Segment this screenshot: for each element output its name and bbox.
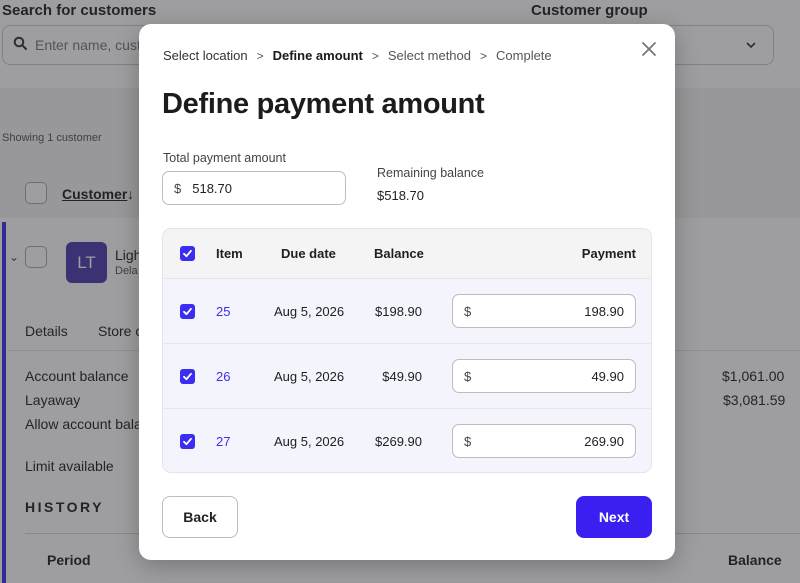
breadcrumb-separator: > (256, 48, 264, 63)
breadcrumb: Select location > Define amount > Select… (163, 48, 552, 63)
balance-value: $269.90 (375, 434, 422, 449)
modal-title: Define payment amount (162, 88, 485, 120)
remaining-balance-value: $518.70 (377, 188, 424, 203)
payment-modal: Select location > Define amount > Select… (139, 24, 675, 560)
breadcrumb-separator: > (480, 48, 488, 63)
table-row: 27 Aug 5, 2026 $269.90 $ 269.90 (163, 409, 651, 472)
payment-column-header: Payment (581, 246, 636, 261)
check-icon (183, 372, 192, 381)
payment-value: 198.90 (584, 303, 624, 319)
total-payment-input[interactable]: $ 518.70 (162, 171, 346, 205)
payment-items-table: Item Due date Balance Payment 25 Aug 5, … (162, 228, 652, 473)
payment-input[interactable]: $ 49.90 (452, 359, 636, 393)
next-button[interactable]: Next (576, 496, 652, 538)
total-payment-value: 518.70 (192, 180, 232, 196)
row-checkbox[interactable] (180, 304, 195, 319)
item-link[interactable]: 27 (216, 434, 230, 449)
check-icon (183, 437, 192, 446)
due-date-column-header: Due date (281, 246, 336, 261)
table-row: 26 Aug 5, 2026 $49.90 $ 49.90 (163, 344, 651, 409)
table-header: Item Due date Balance Payment (163, 229, 651, 279)
select-all-items-checkbox[interactable] (180, 246, 195, 261)
due-date: Aug 5, 2026 (274, 304, 345, 319)
currency-symbol: $ (464, 303, 472, 319)
currency-symbol: $ (174, 180, 182, 196)
breadcrumb-step-method: Select method (387, 48, 471, 63)
item-link[interactable]: 25 (216, 304, 230, 319)
due-date: Aug 5, 2026 (274, 434, 345, 449)
breadcrumb-step-complete: Complete (496, 48, 552, 63)
check-icon (183, 307, 192, 316)
item-link[interactable]: 26 (216, 369, 230, 384)
total-payment-label: Total payment amount (163, 151, 286, 165)
row-checkbox[interactable] (180, 369, 195, 384)
payment-input[interactable]: $ 198.90 (452, 294, 636, 328)
payment-input[interactable]: $ 269.90 (452, 424, 636, 458)
payment-value: 49.90 (591, 368, 624, 384)
balance-column-header: Balance (374, 246, 424, 261)
currency-symbol: $ (464, 368, 472, 384)
due-date: Aug 5, 2026 (274, 369, 345, 384)
table-row: 25 Aug 5, 2026 $198.90 $ 198.90 (163, 279, 651, 344)
balance-value: $49.90 (382, 369, 422, 384)
breadcrumb-step-location: Select location (163, 48, 248, 63)
breadcrumb-step-amount: Define amount (272, 48, 363, 63)
item-column-header: Item (216, 246, 243, 261)
balance-value: $198.90 (375, 304, 422, 319)
breadcrumb-separator: > (371, 48, 379, 63)
check-icon (183, 249, 192, 258)
row-checkbox[interactable] (180, 434, 195, 449)
payment-value: 269.90 (584, 433, 624, 449)
currency-symbol: $ (464, 433, 472, 449)
close-icon[interactable] (639, 39, 659, 59)
back-button[interactable]: Back (162, 496, 238, 538)
remaining-balance-label: Remaining balance (377, 166, 485, 180)
